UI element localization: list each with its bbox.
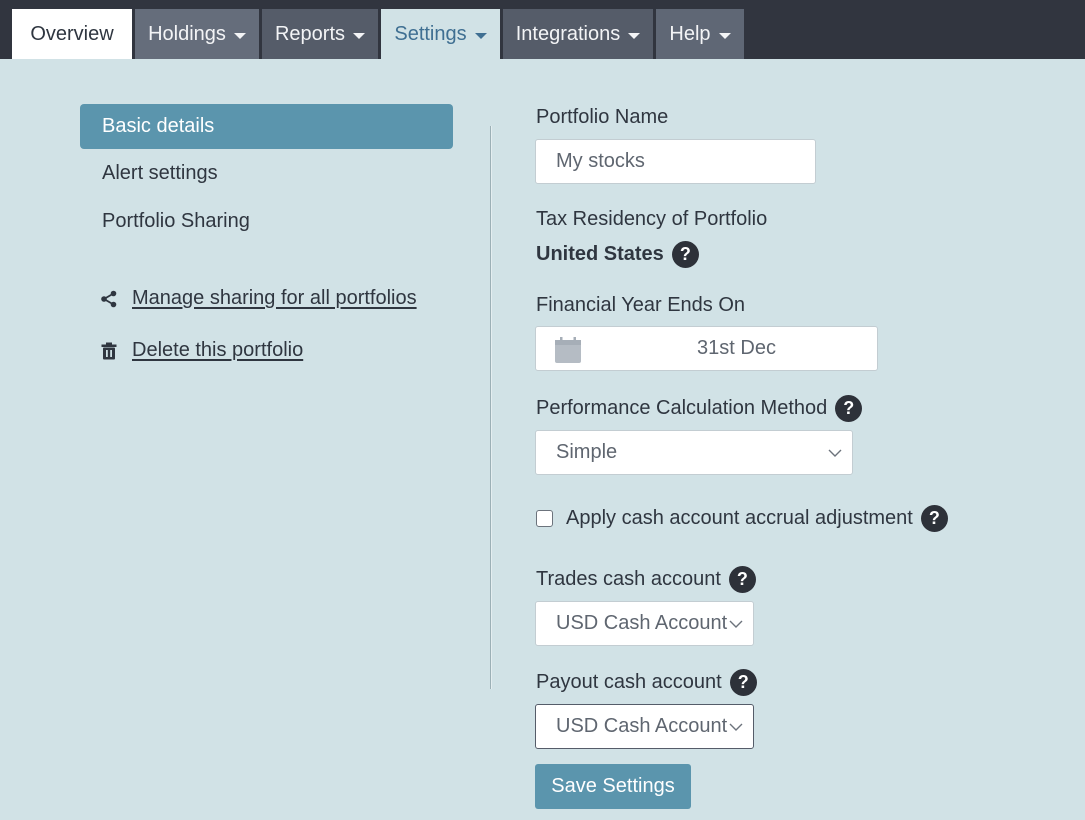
tab-settings[interactable]: Settings (381, 9, 500, 59)
chevron-down-icon (729, 720, 743, 734)
help-icon[interactable]: ? (835, 395, 863, 422)
accrual-adjustment-row: Apply cash account accrual adjustment ? (536, 505, 948, 532)
help-icon[interactable]: ? (920, 505, 948, 532)
payout-cash-label: Payout cash account (536, 671, 722, 693)
tax-residency-row: United States ? (536, 241, 699, 268)
sidebar-item-label: Basic details (102, 115, 215, 137)
caret-down-icon (233, 33, 246, 39)
financial-year-label: Financial Year Ends On (536, 294, 746, 316)
delete-portfolio-link-row: Delete this portfolio (98, 339, 303, 362)
trades-cash-account-select[interactable]: USD Cash Account (535, 601, 754, 646)
tab-label: Reports (274, 23, 346, 45)
tax-residency-label: Tax Residency of Portfolio (536, 208, 768, 230)
chevron-down-icon (828, 446, 842, 460)
payout-cash-account-value: USD Cash Account (556, 715, 728, 737)
sidebar-item-alert-settings[interactable]: Alert settings (102, 162, 218, 185)
caret-down-icon (353, 33, 366, 39)
manage-sharing-link[interactable]: Manage sharing for all portfolios (132, 287, 417, 310)
performance-method-value: Simple (556, 441, 618, 463)
tab-label: Integrations (515, 23, 621, 45)
accrual-adjustment-label[interactable]: Apply cash account accrual adjustment (566, 507, 913, 530)
trash-icon (98, 340, 120, 362)
delete-portfolio-link[interactable]: Delete this portfolio (132, 339, 303, 362)
tab-label: Help (669, 23, 711, 45)
tab-label: Settings (394, 23, 467, 45)
portfolio-name-label: Portfolio Name (536, 106, 669, 128)
caret-down-icon (628, 33, 641, 39)
performance-method-select[interactable]: Simple (535, 430, 853, 475)
trades-cash-label-row: Trades cash account ? (536, 566, 756, 593)
caret-down-icon (718, 33, 731, 39)
share-icon (98, 288, 120, 310)
help-icon[interactable]: ? (729, 669, 757, 696)
tab-help[interactable]: Help (656, 9, 744, 59)
help-icon[interactable]: ? (728, 566, 756, 593)
payout-cash-account-select[interactable]: USD Cash Account (535, 704, 754, 749)
manage-sharing-link-row: Manage sharing for all portfolios (98, 287, 417, 310)
tab-integrations[interactable]: Integrations (503, 9, 653, 59)
accrual-adjustment-checkbox[interactable] (536, 510, 553, 527)
chevron-down-icon (729, 617, 743, 631)
financial-year-datepicker[interactable]: 31st Dec (535, 326, 878, 371)
caret-down-icon (474, 33, 487, 39)
save-settings-button[interactable]: Save Settings (535, 764, 691, 809)
tab-overview[interactable]: Overview (12, 9, 132, 59)
sidebar-item-portfolio-sharing[interactable]: Portfolio Sharing (102, 210, 250, 233)
tab-reports[interactable]: Reports (262, 9, 378, 59)
trades-cash-account-value: USD Cash Account (556, 612, 728, 634)
help-icon[interactable]: ? (671, 241, 699, 268)
sidebar-item-basic-details[interactable]: Basic details (80, 104, 453, 149)
financial-year-value: 31st Dec (697, 337, 776, 359)
tab-label: Overview (30, 23, 114, 45)
tab-label: Holdings (148, 23, 226, 45)
tab-holdings[interactable]: Holdings (135, 9, 259, 59)
top-navigation-bar: Overview Holdings Reports Settings Integ… (0, 0, 1085, 59)
performance-method-label-row: Performance Calculation Method ? (536, 395, 863, 422)
portfolio-name-input[interactable] (535, 139, 816, 184)
vertical-divider (490, 126, 492, 689)
payout-cash-label-row: Payout cash account ? (536, 669, 757, 696)
trades-cash-label: Trades cash account (536, 568, 721, 590)
tax-residency-value: United States (536, 243, 664, 265)
performance-method-label: Performance Calculation Method (536, 397, 828, 419)
